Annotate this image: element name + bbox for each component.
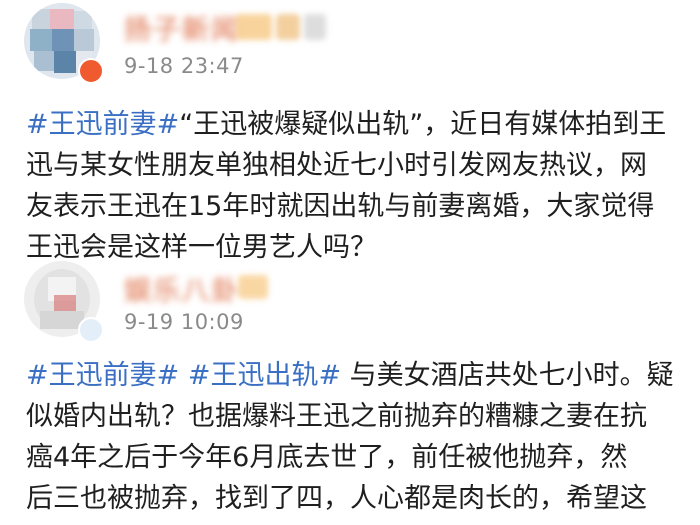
post-time: 9-19 10:09 xyxy=(124,310,244,334)
content-line-3: 友表示王迅在15年时就因出轨与前妻离婚，大家觉得 xyxy=(26,191,655,222)
username-badge xyxy=(304,14,326,40)
post-2: 娱乐八卦 9-19 10:09 #王迅前妻# #王迅出轨# 与美女酒店共处七小时… xyxy=(0,255,700,525)
content-line-1: #王迅前妻#“王迅被爆疑似出轨”，近日有媒体拍到王 xyxy=(26,109,667,140)
username-badge xyxy=(238,275,268,299)
post-content: #王迅前妻# #王迅出轨# 与美女酒店共处七小时。疑 似婚内出轨？也据爆料王迅之… xyxy=(26,355,694,519)
post-1: 扬子新闻 9-18 23:47 #王迅前妻#“王迅被爆疑似出轨”，近日有媒体拍到… xyxy=(0,0,700,270)
content-line-2: 迅与某女性朋友单独相处近七小时引发网友热议，网 xyxy=(26,150,647,181)
hashtag-link[interactable]: #王迅前妻# xyxy=(26,360,179,391)
username[interactable]: 扬子新闻 xyxy=(124,8,240,47)
content-line-2: 似婚内出轨？也据爆料王迅之前抛弃的糟糠之妻在抗 xyxy=(26,401,647,432)
hashtag-link[interactable]: #王迅前妻# xyxy=(26,109,179,140)
content-line-3: 癌4年之后于今年6月底去世了，前任被他抛弃，然 xyxy=(26,442,628,473)
post-content: #王迅前妻#“王迅被爆疑似出轨”，近日有媒体拍到王 迅与某女性朋友单独相处近七小… xyxy=(26,104,694,268)
username-badge xyxy=(236,14,272,40)
content-line-1: #王迅前妻# #王迅出轨# 与美女酒店共处七小时。疑 xyxy=(26,360,674,391)
vip-badge-icon xyxy=(78,317,104,343)
username[interactable]: 娱乐八卦 xyxy=(124,269,240,308)
post-time: 9-18 23:47 xyxy=(124,54,244,78)
username-badge xyxy=(276,14,300,40)
content-line-4: 后三也被抛弃，找到了四，人心都是肉长的，希望这 xyxy=(26,483,647,514)
hashtag-link[interactable]: #王迅出轨# xyxy=(188,360,341,391)
vip-badge-icon xyxy=(78,58,104,84)
